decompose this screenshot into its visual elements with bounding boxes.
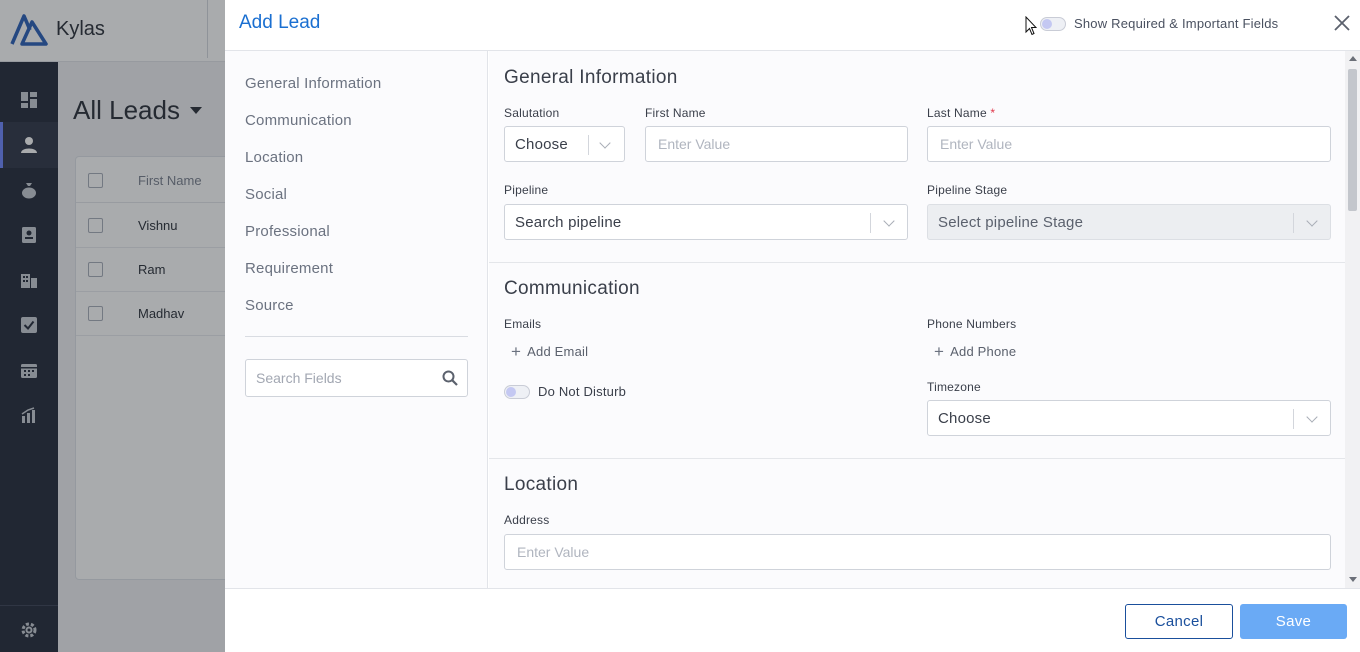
nav-general-information[interactable]: General Information — [245, 75, 381, 92]
toggle-label: Show Required & Important Fields — [1074, 16, 1279, 31]
pipeline-stage-select: Select pipeline Stage — [927, 204, 1331, 240]
nav-social[interactable]: Social — [245, 186, 287, 203]
select-separator — [588, 135, 589, 155]
add-email-label: Add Email — [527, 344, 589, 359]
dnd-switch[interactable] — [504, 384, 530, 399]
pipeline-select[interactable]: Search pipeline — [504, 204, 908, 240]
salutation-value: Choose — [515, 136, 568, 153]
address-input[interactable] — [505, 535, 1330, 569]
chevron-down-icon — [1306, 411, 1318, 423]
add-lead-modal: Add Lead Show Required & Important Field… — [225, 0, 1360, 652]
toggle-switch[interactable] — [1040, 16, 1066, 31]
emails-label: Emails — [504, 317, 542, 331]
scroll-up-icon[interactable] — [1349, 56, 1357, 61]
search-fields-box — [245, 359, 468, 397]
section-title-communication: Communication — [504, 278, 640, 299]
modal-header: Add Lead Show Required & Important Field… — [225, 0, 1360, 51]
close-icon[interactable] — [1333, 14, 1351, 32]
scroll-down-icon[interactable] — [1349, 577, 1357, 582]
add-phone-label: Add Phone — [950, 344, 1017, 359]
chevron-down-icon — [883, 215, 895, 227]
scroll-thumb[interactable] — [1348, 69, 1357, 211]
pipeline-stage-label: Pipeline Stage — [927, 183, 1008, 197]
section-title-general: General Information — [504, 67, 678, 88]
address-label: Address — [504, 513, 550, 527]
last-name-label-text: Last Name — [927, 106, 987, 120]
timezone-value: Choose — [938, 410, 991, 427]
nav-professional[interactable]: Professional — [245, 223, 330, 240]
last-name-input[interactable] — [928, 127, 1330, 161]
modal-title: Add Lead — [239, 12, 321, 33]
first-name-input[interactable] — [646, 127, 907, 161]
nav-location[interactable]: Location — [245, 149, 303, 166]
cancel-button[interactable]: Cancel — [1125, 604, 1233, 639]
timezone-select[interactable]: Choose — [927, 400, 1331, 436]
phone-numbers-label: Phone Numbers — [927, 317, 1017, 331]
add-phone-button[interactable]: + Add Phone — [934, 343, 1016, 360]
nav-divider — [245, 336, 468, 337]
section-divider — [489, 458, 1345, 459]
modal-footer: Cancel Save — [225, 588, 1360, 652]
chevron-down-icon — [1306, 215, 1318, 227]
required-asterisk: * — [990, 106, 996, 120]
select-separator — [1293, 409, 1294, 429]
lead-form: General Information Salutation Choose Fi… — [489, 51, 1345, 588]
plus-icon: + — [511, 342, 522, 361]
nav-requirement[interactable]: Requirement — [245, 260, 333, 277]
dnd-label: Do Not Disturb — [538, 384, 627, 399]
pipeline-value: Search pipeline — [515, 214, 622, 231]
section-title-location: Location — [504, 474, 579, 495]
pipeline-stage-value: Select pipeline Stage — [938, 214, 1084, 231]
plus-icon: + — [934, 342, 945, 361]
search-icon[interactable] — [442, 370, 458, 386]
nav-source[interactable]: Source — [245, 297, 294, 314]
nav-communication[interactable]: Communication — [245, 112, 352, 129]
timezone-label: Timezone — [927, 380, 981, 394]
search-fields-input[interactable] — [246, 360, 426, 396]
last-name-field — [927, 126, 1331, 162]
add-email-button[interactable]: + Add Email — [511, 343, 588, 360]
do-not-disturb-toggle[interactable]: Do Not Disturb — [504, 384, 626, 399]
salutation-label: Salutation — [504, 106, 560, 120]
first-name-label: First Name — [645, 106, 706, 120]
section-divider — [489, 262, 1345, 263]
first-name-field — [645, 126, 908, 162]
select-separator — [1293, 213, 1294, 233]
chevron-down-icon — [599, 137, 611, 149]
salutation-select[interactable]: Choose — [504, 126, 625, 162]
pipeline-label: Pipeline — [504, 183, 549, 197]
address-field — [504, 534, 1331, 570]
required-fields-toggle[interactable]: Show Required & Important Fields — [1040, 16, 1278, 31]
select-separator — [870, 213, 871, 233]
save-button[interactable]: Save — [1240, 604, 1347, 639]
mouse-cursor-icon — [1025, 16, 1037, 36]
section-nav: General Information Communication Locati… — [225, 51, 488, 588]
last-name-label: Last Name * — [927, 106, 995, 120]
form-scrollbar[interactable] — [1345, 51, 1360, 588]
